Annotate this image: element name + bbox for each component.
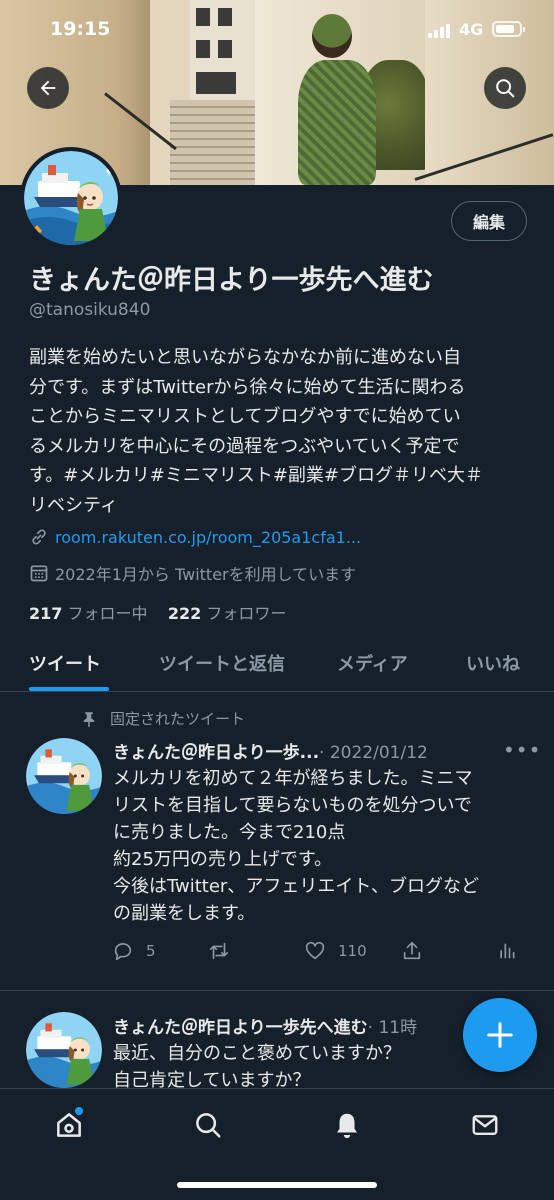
bio-line: リベシティ	[29, 494, 118, 516]
bio-line: 分です。まずはTwitterから徐々に始めて生活に関わる	[29, 376, 466, 398]
tweet-header: きょんた＠昨日より一歩先へ進む· 11時	[113, 1013, 417, 1038]
like-button[interactable]: 110	[304, 940, 367, 962]
share-icon	[403, 941, 421, 960]
tweet-header: きょんた＠昨日より一歩...· 2022/01/12	[113, 738, 428, 763]
signal-strength-icon	[428, 22, 454, 38]
follow-stats: 217 フォロー中 222 フォロワー	[29, 600, 286, 624]
following-stat[interactable]: 217 フォロー中	[29, 604, 148, 623]
followers-label: フォロワー	[206, 604, 287, 623]
reply-button[interactable]: 5	[112, 940, 156, 962]
banner-person	[298, 60, 376, 185]
tweet-text: 最近、自分のこと褒めていますか？ 自己肯定していますか？	[113, 1040, 523, 1094]
profile-handle: @tanosiku840	[29, 300, 151, 320]
tweet-text-line: に売りました。今まで210点	[113, 822, 346, 843]
search-button[interactable]	[484, 67, 526, 109]
tweet-author-name[interactable]: きょんた＠昨日より一歩先へ進む	[113, 1018, 368, 1038]
nav-search[interactable]	[190, 1107, 226, 1143]
arrow-left-icon	[40, 80, 56, 96]
active-tab-indicator	[29, 687, 109, 691]
bio-line: す。#メルカリ#ミニマリスト#副業#ブログ＃リベ大＃	[29, 465, 483, 486]
nav-home[interactable]	[51, 1107, 87, 1143]
calendar-icon	[30, 565, 48, 582]
link-icon	[32, 529, 46, 545]
search-icon	[196, 1113, 221, 1138]
analytics-button[interactable]	[497, 940, 517, 962]
pinned-tweet-label: 固定されたツイート	[80, 708, 245, 729]
tab-tweets-and-replies[interactable]: ツイートと返信	[159, 650, 285, 676]
tweet-date[interactable]: · 2022/01/12	[319, 743, 428, 763]
profile-bio: 副業を始めたいと思いながらなかなか前に進めない自 分です。まずはTwitterか…	[29, 343, 534, 520]
status-time: 19:15	[50, 18, 111, 40]
avatar-illustration	[26, 1012, 102, 1088]
reply-count: 5	[146, 942, 156, 960]
tweet-text-line: リストを目指して要らないものを処分ついで	[113, 795, 472, 816]
followers-count: 222	[167, 604, 202, 623]
following-count: 217	[29, 604, 63, 623]
tweet-text-line: の副業をします。	[113, 903, 256, 924]
tab-media[interactable]: メディア	[337, 650, 408, 676]
tweet-text-line: 約25万円の売り上げです。	[113, 849, 333, 870]
pinned-label-text: 固定されたツイート	[110, 710, 246, 728]
plus-icon	[487, 1022, 513, 1048]
tweet-author-name[interactable]: きょんた＠昨日より一歩...	[113, 743, 319, 763]
share-button[interactable]	[401, 940, 423, 962]
joined-date-text: 2022年1月から Twitterを利用しています	[55, 565, 357, 584]
heart-icon	[305, 941, 325, 960]
following-label: フォロー中	[67, 604, 148, 623]
avatar-illustration	[24, 151, 118, 245]
bottom-navigation	[0, 1088, 554, 1200]
compose-tweet-button[interactable]	[463, 998, 537, 1072]
edit-profile-button[interactable]: 編集	[451, 201, 527, 241]
tweet-divider	[0, 990, 554, 991]
pin-icon	[83, 711, 95, 727]
nav-messages[interactable]	[467, 1107, 503, 1143]
network-type: 4G	[459, 20, 484, 39]
search-icon	[496, 79, 515, 98]
profile-display-name: きょんた＠昨日より一歩先へ進む	[29, 265, 434, 296]
nav-notifications[interactable]	[329, 1107, 365, 1143]
battery-icon	[492, 21, 525, 37]
followers-stat[interactable]: 222 フォロワー	[168, 604, 287, 623]
battery-level	[496, 25, 514, 33]
home-indicator	[177, 1182, 377, 1188]
tweet-text: メルカリを初めて２年が経ちました。ミニマ リストを目指して要らないものを処分つい…	[113, 765, 523, 927]
bio-line: ことからミニマリストとしてブログやすでに始めてい	[29, 406, 461, 427]
analytics-icon	[500, 943, 515, 959]
tab-likes[interactable]: いいね	[466, 650, 520, 676]
more-options-icon[interactable]: •••	[503, 738, 541, 762]
tweet-avatar[interactable]	[26, 1012, 102, 1088]
back-button[interactable]	[27, 67, 69, 109]
profile-joined-row: 2022年1月から Twitterを利用しています	[29, 561, 356, 585]
notification-dot	[75, 1107, 83, 1115]
profile-website-link[interactable]: room.rakuten.co.jp/room_205a1cfa1...	[55, 528, 361, 547]
tweet-text-line: 今後はTwitter、アフェリエイト、ブログなど	[113, 876, 479, 897]
tweet-avatar[interactable]	[26, 738, 102, 814]
like-count: 110	[338, 942, 367, 960]
tweet-text-line: メルカリを初めて２年が経ちました。ミニマ	[113, 768, 473, 789]
retweet-button[interactable]	[207, 940, 243, 962]
bell-icon	[337, 1113, 357, 1139]
profile-tabs: ツイート ツイートと返信 メディア いいね	[0, 640, 554, 692]
reply-icon	[114, 943, 132, 961]
tab-tweets[interactable]: ツイート	[29, 650, 101, 676]
profile-avatar[interactable]	[20, 147, 122, 249]
bio-line: 副業を始めたいと思いながらなかなか前に進めない自	[29, 347, 461, 368]
retweet-icon	[209, 942, 229, 960]
bio-line: るメルカリを中心にその過程をつぶやいていく予定で	[29, 435, 460, 457]
avatar-illustration	[26, 738, 102, 814]
tweet-text-line: 最近、自分のこと褒めていますか？	[113, 1043, 401, 1064]
tweet-date[interactable]: · 11時	[368, 1018, 417, 1038]
mail-icon	[472, 1115, 498, 1135]
profile-link-row: room.rakuten.co.jp/room_205a1cfa1...	[29, 527, 361, 547]
status-bar: 19:15 4G	[0, 0, 554, 60]
